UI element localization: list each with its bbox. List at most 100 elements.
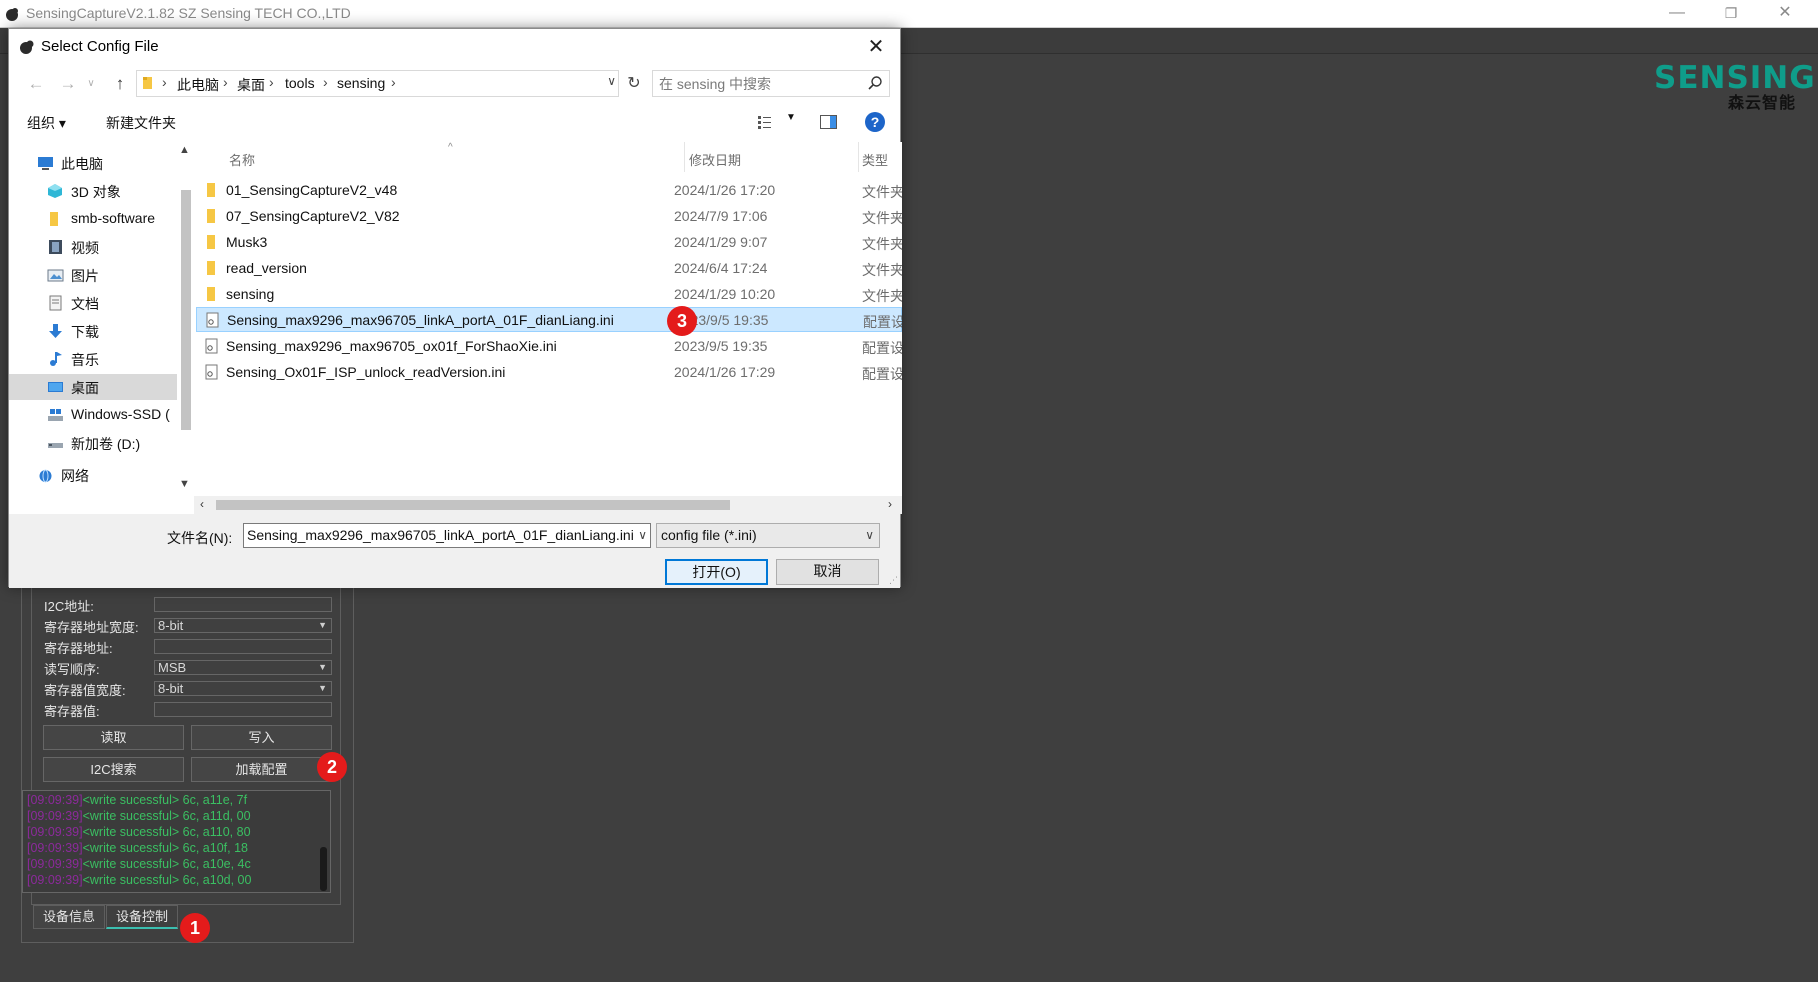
search-input[interactable]: [659, 74, 859, 93]
restore-button[interactable]: ❐: [1704, 0, 1758, 28]
drive-icon: [48, 443, 63, 448]
cancel-button[interactable]: 取消: [776, 559, 879, 585]
reg-value-width-select[interactable]: 8-bit ▼: [154, 681, 332, 696]
recent-dropdown-icon[interactable]: ∨: [83, 71, 99, 97]
back-arrow-icon[interactable]: ←: [23, 71, 49, 97]
nav-item-drive-d[interactable]: 新加卷 (D:): [9, 430, 177, 456]
file-type-filter-value: config file (*.ini): [661, 527, 757, 543]
file-row[interactable]: Sensing_max9296_max96705_ox01f_ForShaoXi…: [196, 334, 902, 359]
file-type: 文件夹: [862, 288, 902, 304]
reg-address-input[interactable]: [154, 639, 332, 654]
folder-icon: [207, 183, 215, 197]
new-folder-button[interactable]: 新建文件夹: [106, 113, 176, 133]
search-icon[interactable]: [867, 75, 883, 91]
file-row[interactable]: 07_SensingCaptureV2_V82 2024/7/9 17:06 文…: [196, 204, 902, 229]
navigation-pane: 此电脑 3D 对象 smb-software 视频 图片 文档 下载 音乐 桌面…: [9, 142, 194, 496]
nav-item-3d-objects[interactable]: 3D 对象: [9, 178, 177, 204]
i2c-address-input[interactable]: [154, 597, 332, 612]
nav-item-pictures[interactable]: 图片: [9, 262, 177, 288]
read-button[interactable]: 读取: [43, 725, 184, 750]
tab-device-control[interactable]: 设备控制: [106, 905, 178, 929]
nav-item-label: 桌面: [71, 380, 99, 396]
nav-item-videos[interactable]: 视频: [9, 234, 177, 260]
file-row[interactable]: Musk3 2024/1/29 9:07 文件夹: [196, 230, 902, 255]
log-message: <write sucessful> 6c, a10e, 4c: [82, 857, 251, 871]
help-icon[interactable]: ?: [865, 112, 885, 132]
resize-grip-icon[interactable]: ⋰: [889, 575, 898, 586]
scroll-up-icon[interactable]: ▲: [179, 144, 190, 156]
file-name: 07_SensingCaptureV2_V82: [226, 208, 400, 224]
nav-item-downloads[interactable]: 下载: [9, 318, 177, 344]
nav-scrollbar[interactable]: ▲ ▼: [177, 142, 194, 496]
log-line: [09:09:39]<write sucessful> 6c, a110, 80: [27, 824, 251, 840]
address-bar[interactable]: › 此电脑 › 桌面 › tools › sensing › ∨: [136, 70, 619, 97]
chevron-down-icon[interactable]: ∨: [607, 74, 616, 88]
file-type: 文件夹: [862, 236, 902, 252]
preview-pane-icon[interactable]: [819, 113, 839, 131]
open-button[interactable]: 打开(O): [665, 559, 768, 585]
organize-menu[interactable]: 组织 ▾: [27, 113, 66, 133]
file-row[interactable]: read_version 2024/6/4 17:24 文件夹: [196, 256, 902, 281]
column-header-type[interactable]: 类型: [859, 142, 902, 172]
log-message: <write sucessful> 6c, a10d, 00: [82, 873, 252, 887]
log-line: [09:09:39]<write sucessful> 6c, a10e, 4c: [27, 856, 251, 872]
ini-file-icon: [205, 338, 218, 354]
view-options-icon[interactable]: [757, 113, 777, 131]
documents-icon: [49, 295, 62, 311]
nav-item-smb-software[interactable]: smb-software: [9, 206, 177, 232]
column-header-date[interactable]: 修改日期: [685, 142, 832, 172]
rw-order-label: 读写顺序:: [44, 662, 100, 677]
file-row[interactable]: Sensing_Ox01F_ISP_unlock_readVersion.ini…: [196, 360, 902, 385]
file-row[interactable]: sensing 2024/1/29 10:20 文件夹: [196, 282, 902, 307]
nav-item-windows-ssd[interactable]: Windows-SSD (: [9, 402, 177, 428]
chevron-down-icon[interactable]: ▼: [786, 112, 796, 123]
column-header-name[interactable]: 名称: [194, 142, 684, 172]
reg-value-input[interactable]: [154, 702, 332, 717]
nav-item-this-pc[interactable]: 此电脑: [9, 150, 177, 176]
breadcrumb-item[interactable]: 桌面: [237, 75, 265, 95]
nav-item-music[interactable]: 音乐: [9, 346, 177, 372]
reg-addr-width-select[interactable]: 8-bit ▼: [154, 618, 332, 633]
command-bar: 组织 ▾ 新建文件夹 ▼ ?: [9, 104, 900, 140]
reg-addr-width-label: 寄存器地址宽度:: [44, 620, 139, 635]
horizontal-scrollbar[interactable]: ‹ ›: [194, 496, 902, 514]
log-output[interactable]: [09:09:39]<write sucessful> 6c, a11e, 7f…: [22, 790, 331, 893]
pc-icon: [38, 157, 53, 170]
dialog-close-button[interactable]: ✕: [856, 31, 896, 63]
step-marker-3: 3: [667, 306, 697, 336]
file-row-selected[interactable]: Sensing_max9296_max96705_linkA_portA_01F…: [196, 307, 902, 332]
file-type-filter[interactable]: config file (*.ini) ∨: [656, 523, 880, 548]
chevron-down-icon[interactable]: ∨: [635, 524, 647, 547]
up-arrow-icon[interactable]: ↑: [107, 71, 133, 97]
nav-item-documents[interactable]: 文档: [9, 290, 177, 316]
scrollbar-thumb[interactable]: [181, 190, 191, 430]
nav-item-desktop[interactable]: 桌面: [9, 374, 177, 400]
minimize-button[interactable]: —: [1650, 0, 1704, 28]
breadcrumb-item[interactable]: sensing: [337, 75, 385, 91]
reg-value-label: 寄存器值:: [44, 704, 100, 719]
scroll-down-icon[interactable]: ▼: [179, 478, 190, 490]
refresh-icon[interactable]: ↻: [623, 71, 645, 97]
close-button[interactable]: ✕: [1758, 0, 1812, 28]
log-line: [09:09:39]<write sucessful> 6c, a11e, 7f: [27, 792, 247, 808]
nav-item-label: Windows-SSD (: [71, 406, 170, 422]
i2c-search-button[interactable]: I2C搜索: [43, 757, 184, 782]
forward-arrow-icon[interactable]: →: [55, 71, 81, 97]
search-box[interactable]: [652, 70, 890, 97]
write-button[interactable]: 写入: [191, 725, 332, 750]
scrollbar-thumb[interactable]: [216, 500, 730, 510]
scroll-left-icon[interactable]: ‹: [200, 497, 204, 511]
filename-input[interactable]: Sensing_max9296_max96705_linkA_portA_01F…: [243, 523, 651, 548]
log-scrollbar[interactable]: [320, 847, 327, 891]
file-row[interactable]: 01_SensingCaptureV2_v48 2024/1/26 17:20 …: [196, 178, 902, 203]
breadcrumb-item[interactable]: 此电脑: [177, 75, 219, 95]
file-name: 01_SensingCaptureV2_v48: [226, 182, 398, 198]
column-header-label: 修改日期: [689, 153, 742, 168]
nav-item-network[interactable]: 网络: [9, 462, 177, 488]
rw-order-select[interactable]: MSB ▼: [154, 660, 332, 675]
breadcrumb-separator-icon: ›: [269, 74, 274, 90]
scroll-right-icon[interactable]: ›: [888, 497, 892, 511]
tab-device-info[interactable]: 设备信息: [33, 905, 105, 929]
load-config-button[interactable]: 加载配置: [191, 757, 332, 782]
breadcrumb-item[interactable]: tools: [285, 75, 315, 91]
